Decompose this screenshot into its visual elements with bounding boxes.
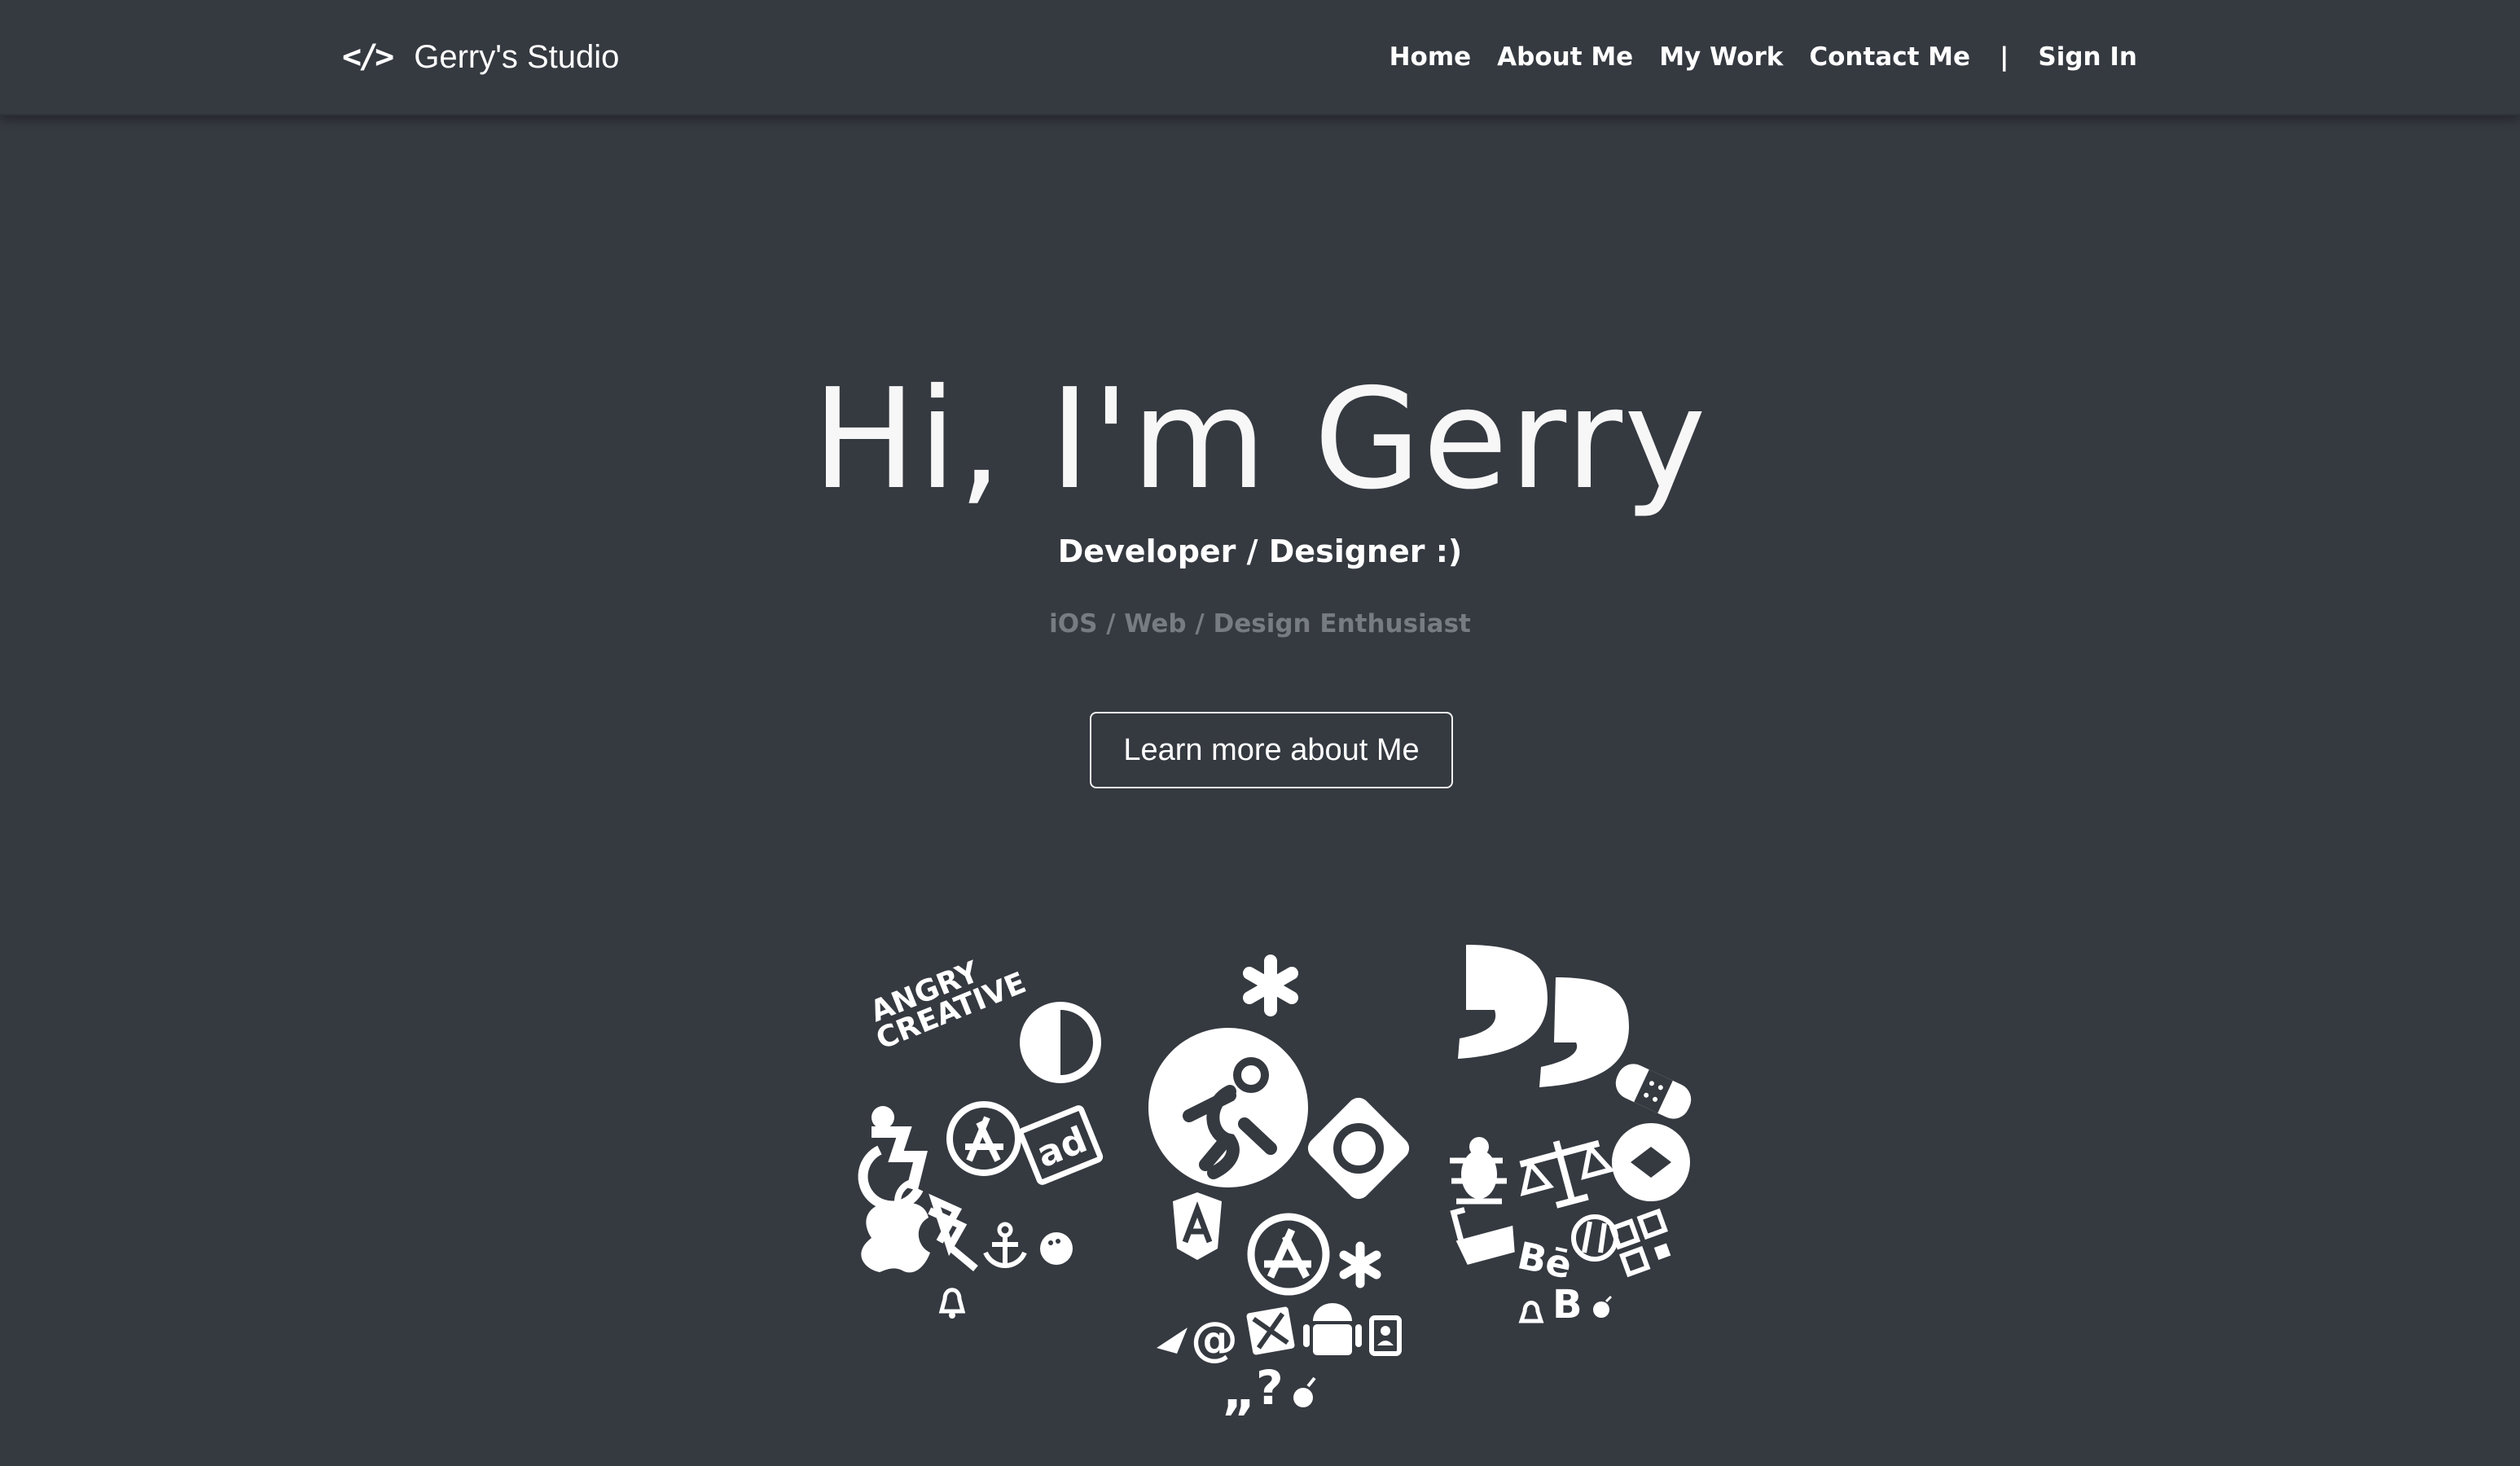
asterisk-icon: [1243, 955, 1298, 1016]
nav-links: Home About Me My Work Contact Me | Sign …: [1390, 33, 2137, 81]
hero-role: Developer / Designer :): [1057, 533, 1463, 569]
gg-icon: [1307, 1097, 1410, 1200]
code-icon: </>: [342, 38, 394, 76]
bandage-icon: [1615, 1064, 1692, 1119]
hero-subtitle: iOS / Web / Design Enthusiast: [1049, 609, 1471, 639]
svg-text:@: @: [1191, 1311, 1238, 1367]
quote-large-icon: [1458, 945, 1629, 1087]
svg-text:B: B: [1552, 1282, 1583, 1328]
bitcoin-icon: B: [1552, 1282, 1583, 1328]
brand[interactable]: </> Gerry's Studio: [342, 33, 619, 81]
bomb-small-icon: [1593, 1295, 1613, 1318]
android-icon: [1303, 1303, 1362, 1355]
bomb-icon: [1293, 1376, 1316, 1407]
bell-small-icon: [1518, 1301, 1544, 1323]
pencil-ruler-icon: [1246, 1306, 1295, 1355]
angular-icon: [1173, 1192, 1222, 1260]
quote-icon: „: [1222, 1362, 1256, 1422]
astronaut-icon: [1148, 1028, 1308, 1187]
nav-home[interactable]: Home: [1390, 42, 1472, 72]
peace-hand-icon: [1571, 1214, 1618, 1262]
bath-icon: [1450, 1207, 1515, 1265]
nav-my-work[interactable]: My Work: [1659, 42, 1783, 72]
nav-separator: |: [2000, 42, 2009, 72]
navbar: </> Gerry's Studio Home About Me My Work…: [0, 0, 2520, 116]
nav-contact-me[interactable]: Contact Me: [1809, 42, 1970, 72]
paper-plane-icon: [1157, 1328, 1188, 1354]
icon-illustration: ANGRY CREATIVE ad @ „ ? Bē B: [847, 928, 1710, 1422]
nav-about-me[interactable]: About Me: [1497, 42, 1633, 72]
bell-icon: [938, 1288, 966, 1319]
svg-text:Bē: Bē: [1514, 1233, 1576, 1288]
app-store-circle-icon: [1247, 1213, 1330, 1296]
angry-creative-icon: ANGRY CREATIVE: [866, 955, 1031, 1056]
svg-text:„: „: [1222, 1362, 1256, 1417]
app-store-icon: [946, 1101, 1021, 1176]
bluetooth-icon: [928, 1193, 978, 1271]
bowling-ball-icon: [1040, 1232, 1073, 1265]
balance-scale-icon: [1519, 1139, 1615, 1209]
learn-more-button[interactable]: Learn more about Me: [1090, 712, 1453, 788]
diamond-circle-icon: [1612, 1123, 1690, 1201]
adversal-icon: ad: [1017, 1105, 1104, 1185]
hero-title: Hi, I'm Gerry: [812, 359, 1708, 520]
behance-icon: Bē: [1514, 1233, 1576, 1288]
at-icon: @: [1191, 1311, 1238, 1367]
icon-cluster-svg: ANGRY CREATIVE ad @ „ ? Bē B: [858, 945, 1692, 1422]
address-book-icon: [1369, 1315, 1402, 1356]
nav-sign-in[interactable]: Sign In: [2038, 42, 2137, 72]
svg-text:?: ?: [1256, 1360, 1284, 1416]
anchor-icon: [983, 1222, 1027, 1268]
accessible-icon: [858, 1106, 928, 1211]
asterisk-small-icon: [1339, 1241, 1381, 1288]
barcode-icon: [1609, 1208, 1671, 1278]
half-circle-icon: [1020, 1002, 1101, 1083]
brand-name[interactable]: Gerry's Studio: [414, 39, 619, 76]
bug-icon: [1450, 1137, 1507, 1205]
question-icon: ?: [1256, 1360, 1284, 1416]
